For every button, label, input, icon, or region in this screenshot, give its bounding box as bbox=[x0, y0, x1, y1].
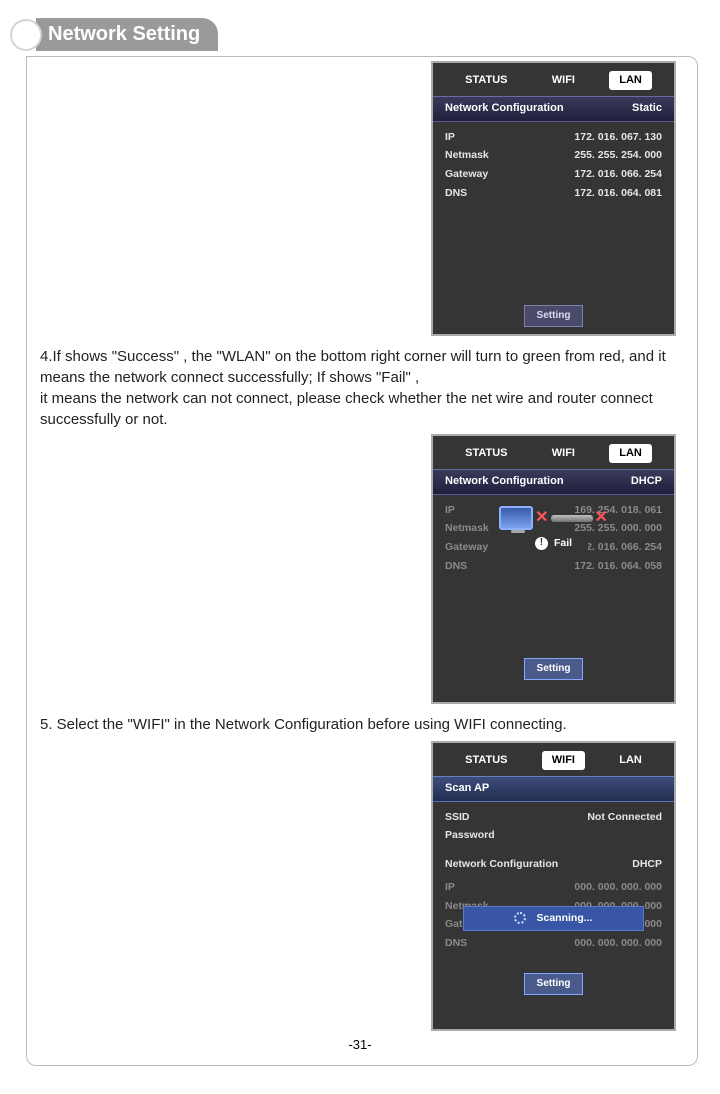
netmask-value: 255. 255. 254. 000 bbox=[574, 148, 662, 163]
dns-label: DNS bbox=[445, 559, 467, 574]
setting-button[interactable]: Setting bbox=[524, 658, 584, 680]
dns-value: 172. 016. 064. 058 bbox=[574, 559, 662, 574]
network-config-mode: DHCP bbox=[632, 857, 662, 872]
ip-label: IP bbox=[445, 130, 455, 145]
dns-value: 000. 000. 000. 000 bbox=[574, 936, 662, 951]
wifi-info-block: SSID Not Connected Password bbox=[433, 802, 674, 849]
dns-label: DNS bbox=[445, 186, 467, 201]
ssid-value: Not Connected bbox=[587, 810, 662, 825]
tab-bar: STATUS WIFI LAN bbox=[433, 743, 674, 776]
disconnect-x-icon: ✕ bbox=[535, 507, 548, 529]
dns-value: 172. 016. 064. 081 bbox=[574, 186, 662, 201]
instruction-step-5: 5. Select the "WIFI" in the Network Conf… bbox=[40, 714, 680, 735]
tab-status[interactable]: STATUS bbox=[455, 751, 517, 770]
screen-lan-fail: STATUS WIFI LAN Network Configuration DH… bbox=[431, 434, 676, 704]
page-number: -31- bbox=[0, 1037, 720, 1052]
tab-wifi[interactable]: WIFI bbox=[542, 751, 585, 770]
tab-status[interactable]: STATUS bbox=[455, 444, 517, 463]
ip-value: 172. 016. 067. 130 bbox=[574, 130, 662, 145]
ip-info-block: IP 172. 016. 067. 130 Netmask 255. 255. 25… bbox=[433, 122, 674, 207]
setting-button[interactable]: Setting bbox=[524, 305, 584, 327]
setting-button[interactable]: Setting bbox=[524, 973, 584, 995]
ip-label: IP bbox=[445, 880, 455, 895]
tab-lan[interactable]: LAN bbox=[609, 751, 652, 770]
network-config-label: Network Configuration bbox=[445, 474, 564, 489]
tab-lan[interactable]: LAN bbox=[609, 71, 652, 90]
tab-wifi[interactable]: WIFI bbox=[542, 444, 585, 463]
password-label: Password bbox=[445, 828, 495, 843]
page-header: Network Setting bbox=[10, 18, 720, 51]
spinner-icon bbox=[514, 912, 526, 924]
disconnect-x-icon: ✕ bbox=[595, 507, 608, 529]
gateway-value: 172. 016. 066. 254 bbox=[574, 167, 662, 182]
network-config-band: Network Configuration Static bbox=[433, 96, 674, 121]
fail-status-bar: ! Fail bbox=[519, 533, 588, 554]
tab-wifi[interactable]: WIFI bbox=[542, 71, 585, 90]
network-config-label: Network Configuration bbox=[445, 101, 564, 116]
tab-bar: STATUS WIFI LAN bbox=[433, 436, 674, 469]
instruction-step-4: 4.If shows "Success" , the "WLAN" on the… bbox=[40, 346, 680, 430]
ip-value: 000. 000. 000. 000 bbox=[574, 880, 662, 895]
tab-lan[interactable]: LAN bbox=[609, 444, 652, 463]
fail-overlay: ✕ ✕ ! Fail bbox=[453, 506, 654, 554]
header-bullet-icon bbox=[10, 19, 42, 51]
gateway-label: Gateway bbox=[445, 167, 488, 182]
network-config-mode: DHCP bbox=[631, 474, 662, 489]
screen-lan-static: STATUS WIFI LAN Network Configuration St… bbox=[431, 61, 676, 336]
network-config-mode: Static bbox=[632, 101, 662, 116]
network-config-band: Network Configuration DHCP bbox=[433, 469, 674, 494]
scanning-label: Scanning... bbox=[536, 911, 592, 926]
scan-ap-band[interactable]: Scan AP bbox=[433, 776, 674, 801]
monitor-icon bbox=[499, 506, 533, 530]
fail-label: Fail bbox=[554, 536, 572, 551]
ssid-label: SSID bbox=[445, 810, 470, 825]
screen-wifi-scanning: STATUS WIFI LAN Scan AP SSID Not Connecte… bbox=[431, 741, 676, 1031]
network-config-label: Network Configuration bbox=[445, 857, 558, 872]
netmask-label: Netmask bbox=[445, 148, 489, 163]
network-config-row: Network Configuration DHCP bbox=[433, 849, 674, 878]
page-title: Network Setting bbox=[36, 18, 218, 51]
scanning-overlay: Scanning... bbox=[463, 906, 644, 931]
tab-bar: STATUS WIFI LAN bbox=[433, 63, 674, 96]
alert-icon: ! bbox=[535, 537, 548, 550]
router-icon bbox=[551, 515, 593, 522]
tab-status[interactable]: STATUS bbox=[455, 71, 517, 90]
dns-label: DNS bbox=[445, 936, 467, 951]
